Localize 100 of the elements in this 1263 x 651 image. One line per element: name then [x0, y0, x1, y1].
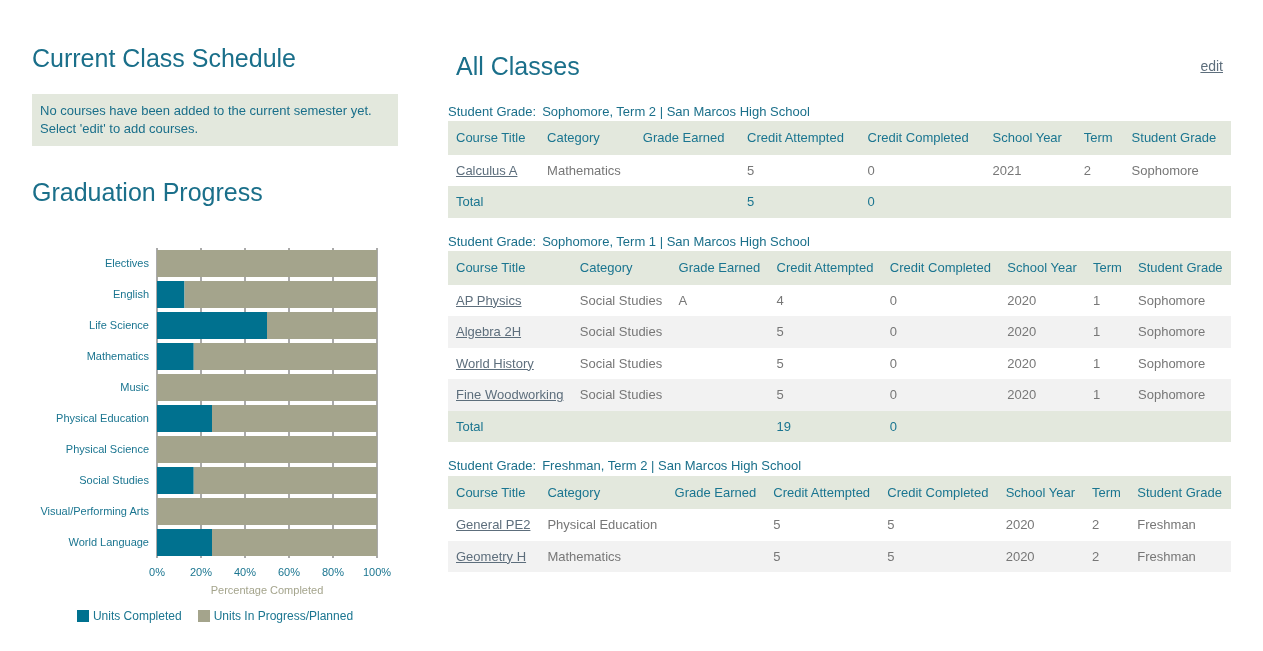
axis-label: Social Studies	[79, 474, 149, 486]
axis-label: Physical Education	[56, 412, 149, 424]
table-cell: 5	[887, 517, 895, 532]
table-cell: A	[678, 292, 688, 308]
table-cell: 5	[776, 387, 784, 402]
column-header: Student Grade	[1131, 130, 1217, 145]
section-title: Current Class Schedule	[32, 43, 297, 74]
table-cell: 2020	[1007, 324, 1037, 339]
section-title: All Classes	[456, 51, 580, 82]
table-cell: Physical Education	[547, 517, 658, 532]
column-header: Grade Earned	[642, 130, 725, 145]
table-cell: Sophomore	[1138, 355, 1206, 371]
table-cell: 19	[776, 418, 792, 434]
tick-label: 100%	[362, 566, 392, 578]
column-header: Course Title	[456, 130, 526, 145]
axis-label: Electives	[104, 257, 149, 269]
table-cell: 5	[747, 162, 755, 178]
section-title: Graduation Progress	[32, 176, 264, 208]
column-header: Credit Completed	[867, 130, 969, 145]
column-header: Credit Completed	[889, 260, 991, 275]
table-cell: 2020	[1007, 292, 1037, 308]
table-cell: 5	[776, 355, 784, 371]
table-cell: 2020	[1007, 387, 1037, 402]
table-cell: 1	[1093, 387, 1101, 402]
table-cell: Sophomore	[1138, 292, 1206, 308]
table-cell: 0	[867, 162, 875, 178]
legend-label: Units Completed	[92, 608, 182, 625]
table-cell: 0	[889, 418, 897, 434]
table-cell: Mathematics	[547, 548, 622, 564]
edit-link[interactable]: edit	[1200, 56, 1223, 78]
table-cell: 2021	[992, 162, 1022, 178]
axis-label: Physical Science	[65, 443, 149, 455]
table-cell: Mathematics	[547, 162, 621, 178]
table-cell: 5	[747, 194, 755, 209]
tick-label: 0%	[149, 566, 165, 578]
column-header: Category	[547, 130, 600, 145]
table-cell: Social Studies	[579, 292, 663, 308]
course-link[interactable]: Fine Woodworking	[456, 387, 564, 402]
table-cell: 2020	[1005, 548, 1035, 564]
caption-text: Sophomore, Term 1 | San Marcos High School	[542, 232, 810, 251]
tick-label: 80%	[322, 566, 344, 578]
table-cell: 5	[776, 324, 784, 339]
column-header: Grade Earned	[678, 260, 761, 275]
column-header: Grade Earned	[674, 484, 757, 500]
legend-label: Units In Progress/Planned	[213, 608, 354, 625]
table-cell: Freshman	[1137, 548, 1196, 564]
course-link[interactable]: Calculus A	[456, 162, 518, 178]
column-header: Term	[1083, 130, 1113, 145]
axis-label: Life Science	[89, 319, 149, 331]
table-cell: 5	[887, 548, 895, 564]
column-header: Credit Completed	[887, 484, 989, 500]
legend-swatch-icon	[197, 610, 210, 622]
table-cell: Social Studies	[579, 324, 663, 339]
table-cell: Sophomore	[1138, 387, 1206, 402]
course-link[interactable]: Algebra 2H	[456, 324, 522, 339]
table-cell: 1	[1093, 324, 1101, 339]
column-header: Course Title	[456, 260, 526, 275]
notice-message: No courses have been added to the current semester yet. Select 'edit' to add courses.	[32, 93, 398, 146]
table-cell: Social Studies	[579, 355, 663, 371]
table-cell: 2020	[1007, 355, 1037, 371]
table-cell: 0	[889, 292, 897, 308]
caption-label: Student Grade:	[448, 102, 537, 121]
axis-label: Mathematics	[86, 350, 149, 362]
axis-label: Music	[120, 381, 149, 393]
caption-label: Student Grade:	[448, 457, 537, 475]
column-header: Course Title	[456, 484, 526, 500]
column-header: Credit Attempted	[776, 260, 874, 275]
table-cell: 0	[889, 324, 897, 339]
table-cell: 2020	[1005, 517, 1035, 532]
legend-swatch-icon	[76, 610, 89, 622]
table-cell: Social Studies	[579, 387, 663, 402]
column-header: Term	[1093, 260, 1122, 275]
axis-label: English	[112, 288, 149, 300]
course-link[interactable]: World History	[456, 355, 534, 371]
table-cell: 1	[1093, 355, 1101, 371]
table-cell: Sophomore	[1131, 162, 1199, 178]
table-cell: 0	[867, 194, 875, 209]
tick-label: 60%	[278, 566, 300, 578]
course-link[interactable]: General PE2	[456, 517, 531, 532]
column-header: School Year	[992, 130, 1062, 145]
tick-label: 20%	[190, 566, 212, 578]
column-header: Credit Attempted	[747, 130, 844, 145]
column-header: Student Grade	[1138, 260, 1223, 275]
table-cell: 0	[889, 387, 897, 402]
table-cell: 1	[1093, 292, 1101, 308]
table-cell: Sophomore	[1138, 324, 1206, 339]
course-link[interactable]: Geometry H	[456, 548, 527, 564]
table-cell: 2	[1091, 517, 1100, 532]
table-cell: Freshman	[1137, 517, 1196, 532]
tick-label: 40%	[234, 566, 256, 578]
table-cell: Total	[456, 418, 484, 434]
axis-label: World Language	[68, 536, 149, 548]
course-link[interactable]: AP Physics	[456, 292, 522, 308]
column-header: Category	[579, 260, 633, 275]
axis-label: Visual/Performing Arts	[40, 505, 149, 517]
axis-title: Percentage Completed	[210, 584, 324, 596]
table-cell: 5	[773, 517, 781, 532]
column-header: Student Grade	[1137, 484, 1222, 500]
table-cell: 2	[1083, 162, 1091, 178]
caption-text: Freshman, Term 2 | San Marcos High School	[542, 457, 802, 475]
